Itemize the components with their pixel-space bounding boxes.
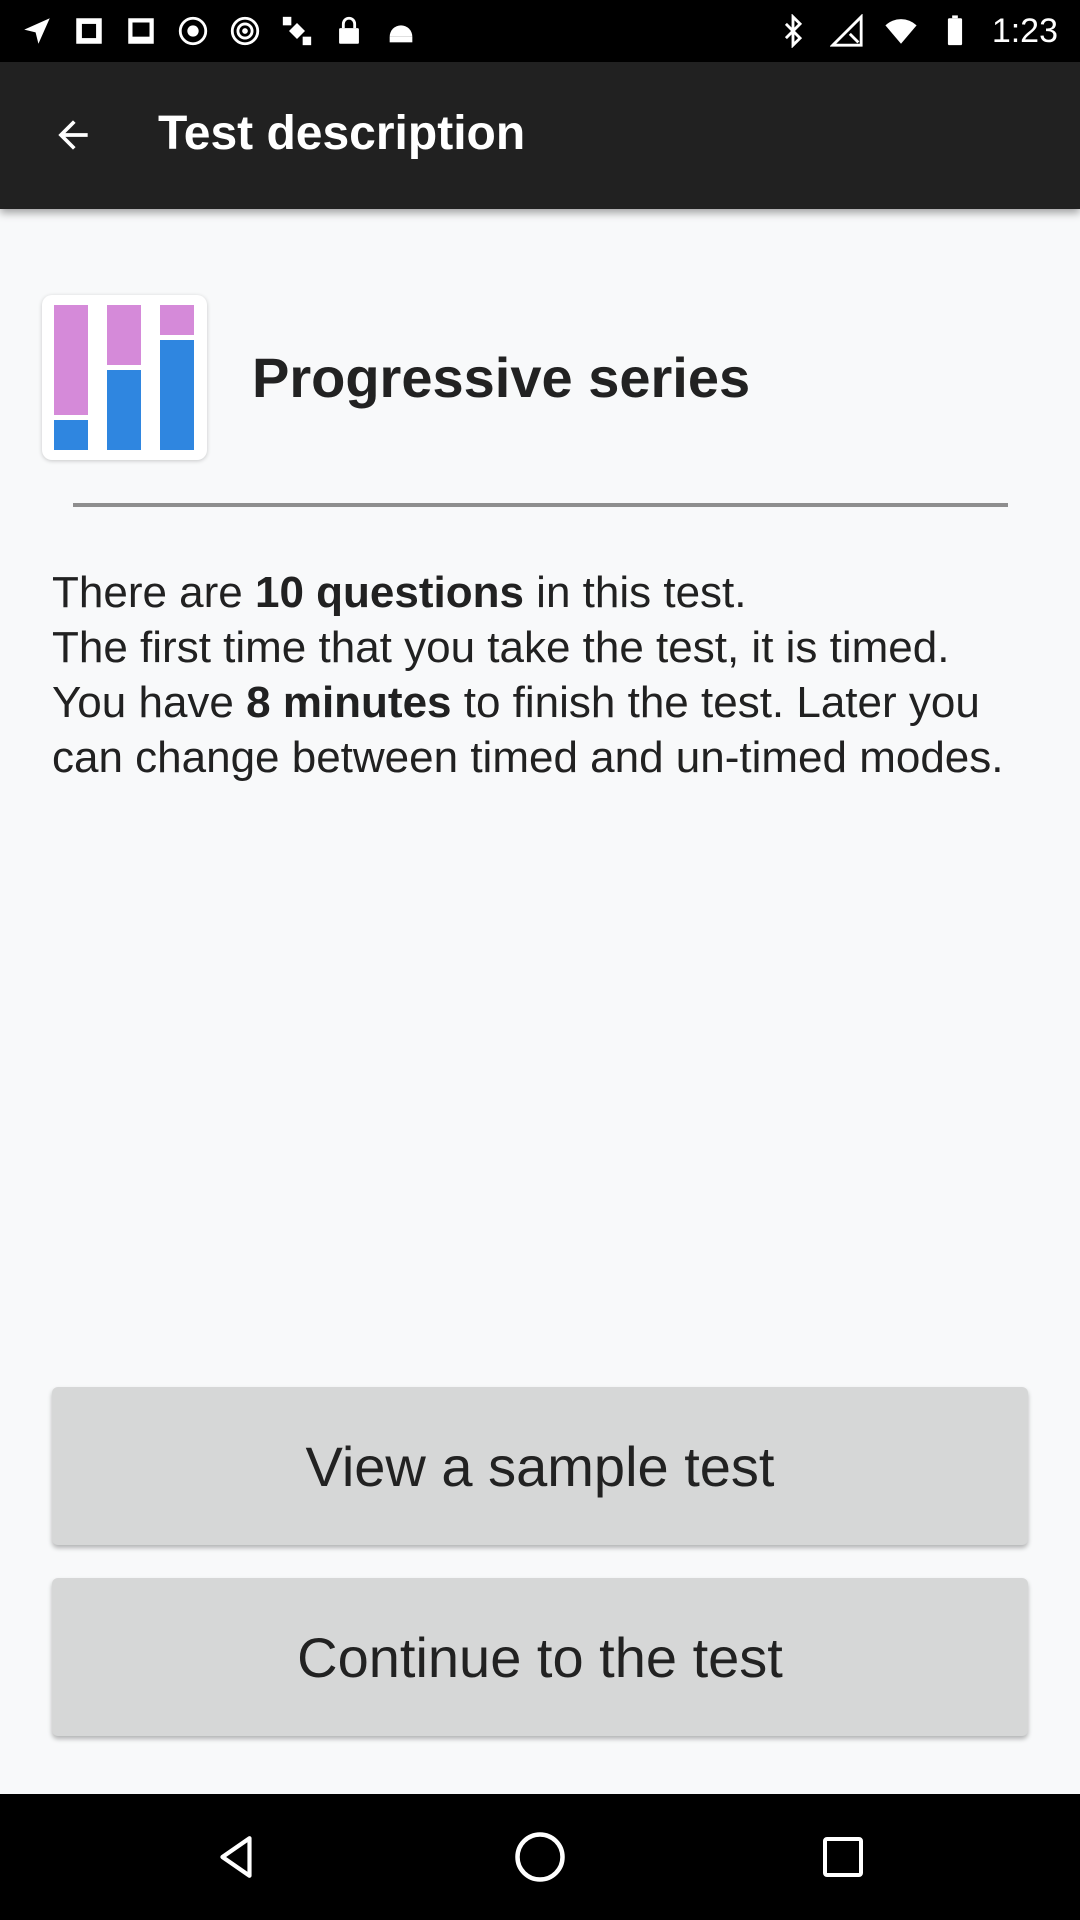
description-text: in this test. [523,568,747,617]
test-logo-icon [42,295,207,460]
continue-to-test-button[interactable]: Continue to the test [52,1578,1028,1736]
battery-icon [947,15,962,46]
status-right-icons: 1:23 [776,8,1058,54]
status-left-icons [20,8,418,54]
navigation-arrow-icon [24,18,50,44]
nav-recent-apps-icon [823,1837,863,1877]
time-limit: 8 minutes [246,678,452,727]
signal-off-icon [829,14,863,47]
test-description: There are 10 questions in this test. The… [52,565,1042,785]
wifi-icon [885,19,917,44]
satellite-fake-gps-icon [282,16,312,46]
page-title: Test description [158,107,526,160]
hotspot-icon [230,16,260,46]
bluetooth-icon [784,14,802,48]
back-button[interactable] [38,100,108,170]
question-count: 10 questions [254,568,524,617]
test-name: Progressive series [252,346,751,409]
description-text: You have [52,678,247,727]
status-bar: 1:23 [0,0,1080,62]
app-notification-icon [76,18,102,44]
image-notification-icon [128,18,154,44]
description-text: There are [52,568,255,617]
description-text: The first time that you take the test, i… [52,623,950,672]
app-bar: Test description [0,62,1080,209]
android-debug-icon [389,25,413,43]
status-time: 1:23 [991,11,1058,50]
system-nav-bar [0,1794,1080,1920]
arrow-back-icon [58,120,88,150]
view-sample-test-button[interactable]: View a sample test [52,1387,1028,1545]
nav-back-icon [220,1836,252,1878]
nav-home-icon [515,1832,565,1882]
record-icon [178,16,208,46]
nav-home-button[interactable] [505,1822,575,1892]
nav-back-button[interactable] [202,1822,272,1892]
divider [73,503,1008,507]
lock-icon [339,16,359,44]
nav-recent-apps-button[interactable] [808,1822,878,1892]
